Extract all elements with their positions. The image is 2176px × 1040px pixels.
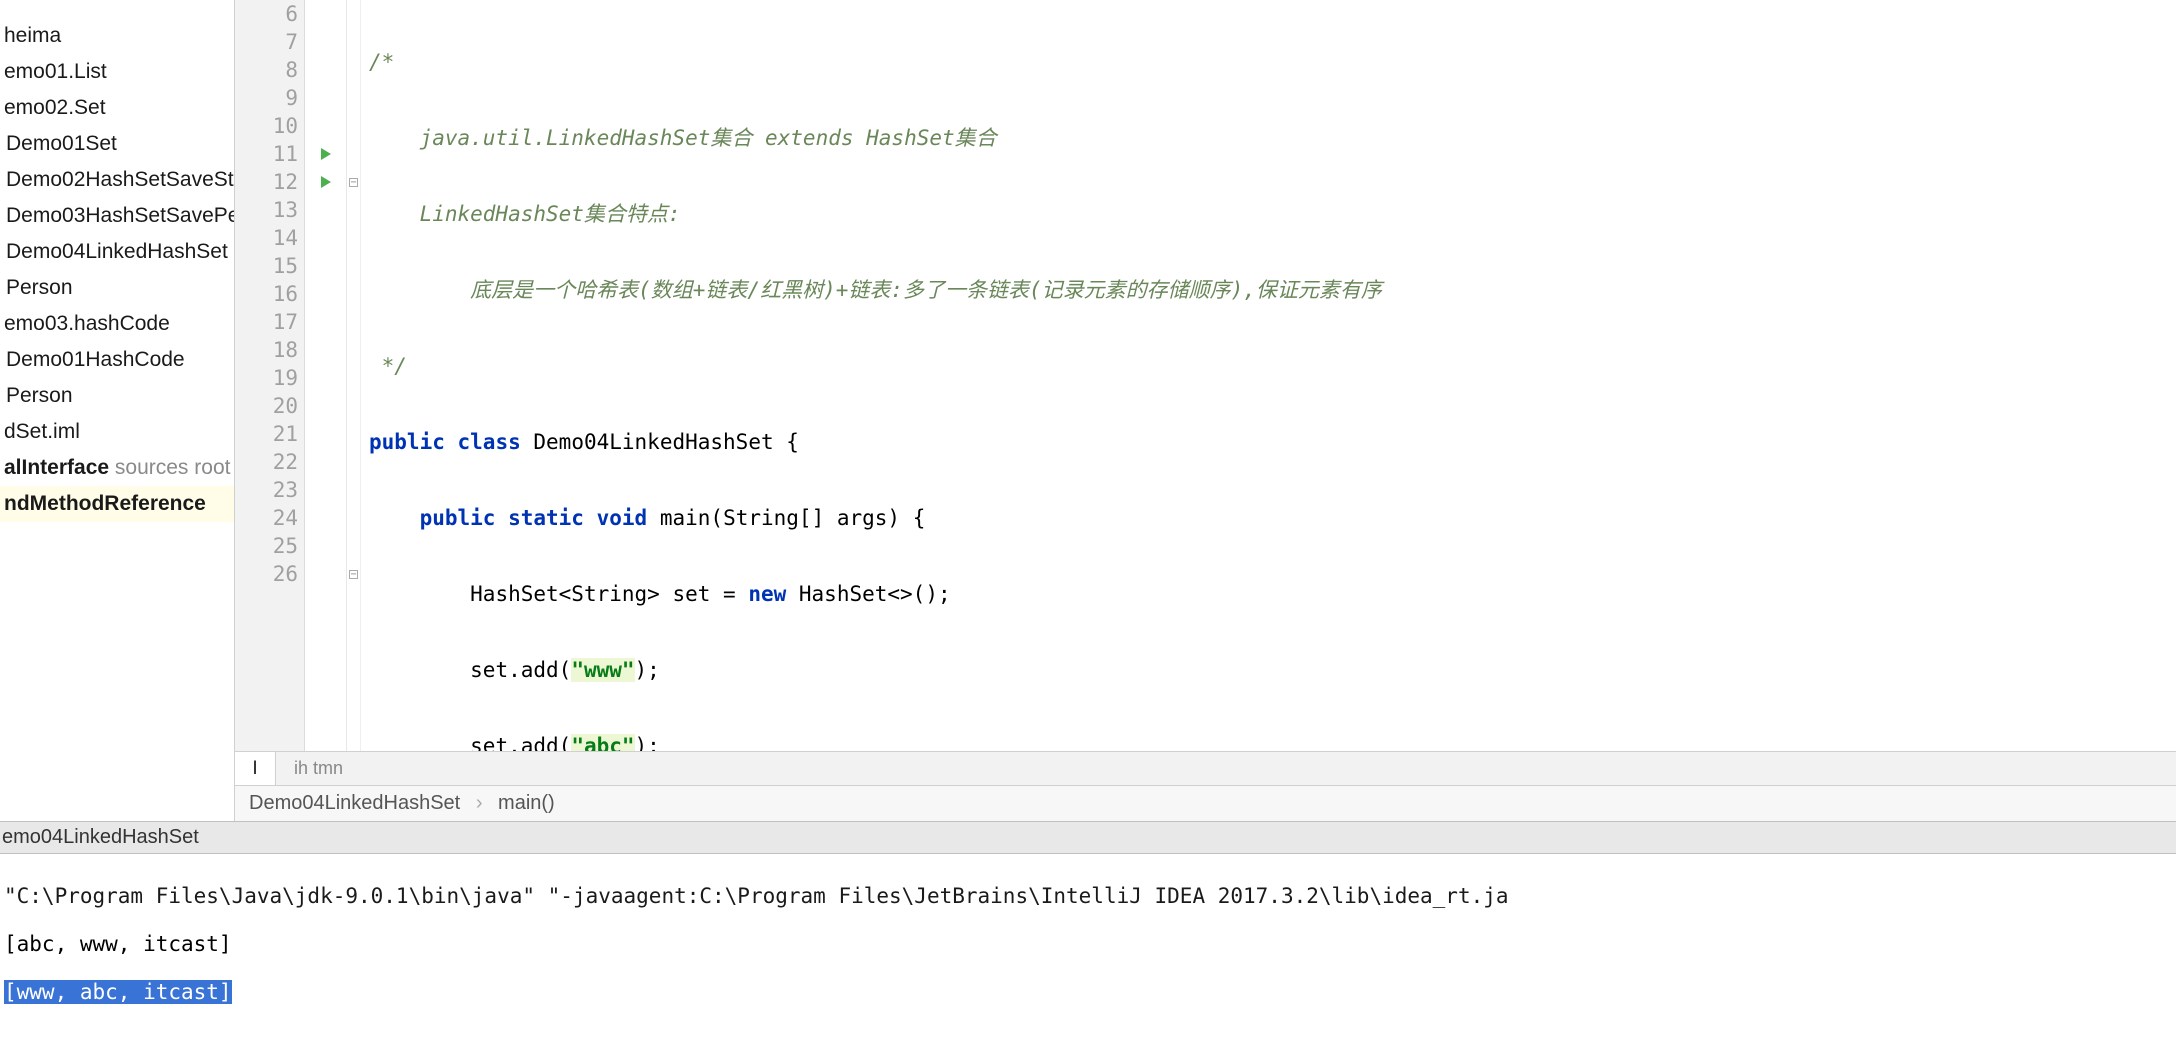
run-marker-gutter — [305, 0, 347, 751]
tree-item[interactable]: Demo03HashSetSavePerson — [0, 198, 234, 234]
tree-item[interactable]: alInterface sources root — [0, 450, 234, 486]
line-number: 25 — [241, 532, 298, 560]
line-number: 26 — [241, 560, 298, 588]
line-number: 24 — [241, 504, 298, 532]
line-number: 17 — [241, 308, 298, 336]
fold-toggle-icon[interactable]: − — [349, 178, 358, 187]
line-number: 23 — [241, 476, 298, 504]
tab[interactable]: ih tmn — [276, 752, 361, 785]
tree-item[interactable]: emo01.List — [0, 54, 234, 90]
editor-area: 67891011121314151617181920212223242526 −… — [235, 0, 2176, 821]
tree-item[interactable]: heima — [0, 18, 234, 54]
line-number: 10 — [241, 112, 298, 140]
line-number: 12 — [241, 168, 298, 196]
line-number: 14 — [241, 224, 298, 252]
line-number: 15 — [241, 252, 298, 280]
fold-gutter: − − — [347, 0, 361, 751]
run-console[interactable]: "C:\Program Files\Java\jdk-9.0.1\bin\jav… — [0, 854, 2176, 1040]
line-number: 18 — [241, 336, 298, 364]
code-editor[interactable]: /* java.util.LinkedHashSet集合 extends Has… — [361, 0, 2176, 751]
tree-item[interactable]: Person — [0, 270, 234, 306]
tree-item[interactable]: emo03.hashCode — [0, 306, 234, 342]
tree-item[interactable]: Person — [0, 378, 234, 414]
console-command: "C:\Program Files\Java\jdk-9.0.1\bin\jav… — [4, 884, 2172, 908]
chevron-right-icon: › — [476, 792, 483, 814]
line-number: 9 — [241, 84, 298, 112]
tree-item[interactable]: Demo01Set — [0, 126, 234, 162]
tree-item[interactable]: Demo01HashCode — [0, 342, 234, 378]
fold-toggle-icon[interactable]: − — [349, 570, 358, 579]
line-number: 16 — [241, 280, 298, 308]
line-number: 6 — [241, 0, 298, 28]
tree-item[interactable]: emo02.Set — [0, 90, 234, 126]
line-number: 22 — [241, 448, 298, 476]
line-number: 11 — [241, 140, 298, 168]
breadcrumb: Demo04LinkedHashSet › main() — [235, 785, 2176, 821]
tree-item-selected[interactable]: ndMethodReference — [0, 486, 234, 522]
tree-item[interactable]: Demo04LinkedHashSet — [0, 234, 234, 270]
line-number: 8 — [241, 56, 298, 84]
console-output-selected: [www, abc, itcast] — [4, 980, 2172, 1004]
project-tree[interactable]: heima emo01.List emo02.Set Demo01Set Dem… — [0, 0, 235, 821]
line-number: 21 — [241, 420, 298, 448]
line-number-gutter: 67891011121314151617181920212223242526 — [235, 0, 305, 751]
tree-item[interactable]: dSet.iml — [0, 414, 234, 450]
line-number: 13 — [241, 196, 298, 224]
line-number: 20 — [241, 392, 298, 420]
line-number: 7 — [241, 28, 298, 56]
console-output: [abc, www, itcast] — [4, 932, 2172, 956]
breadcrumb-item[interactable]: main() — [498, 792, 555, 814]
run-gutter-icon[interactable] — [321, 148, 331, 160]
line-number: 19 — [241, 364, 298, 392]
breadcrumb-item[interactable]: Demo04LinkedHashSet — [249, 792, 460, 814]
run-tool-window-header[interactable]: emo04LinkedHashSet — [0, 821, 2176, 854]
tab[interactable]: l — [235, 752, 276, 785]
main-area: heima emo01.List emo02.Set Demo01Set Dem… — [0, 0, 2176, 821]
bottom-tabs: l ih tmn — [235, 751, 2176, 785]
tree-item[interactable]: Demo02HashSetSaveString — [0, 162, 234, 198]
code-viewport: 67891011121314151617181920212223242526 −… — [235, 0, 2176, 751]
run-gutter-icon[interactable] — [321, 176, 331, 188]
